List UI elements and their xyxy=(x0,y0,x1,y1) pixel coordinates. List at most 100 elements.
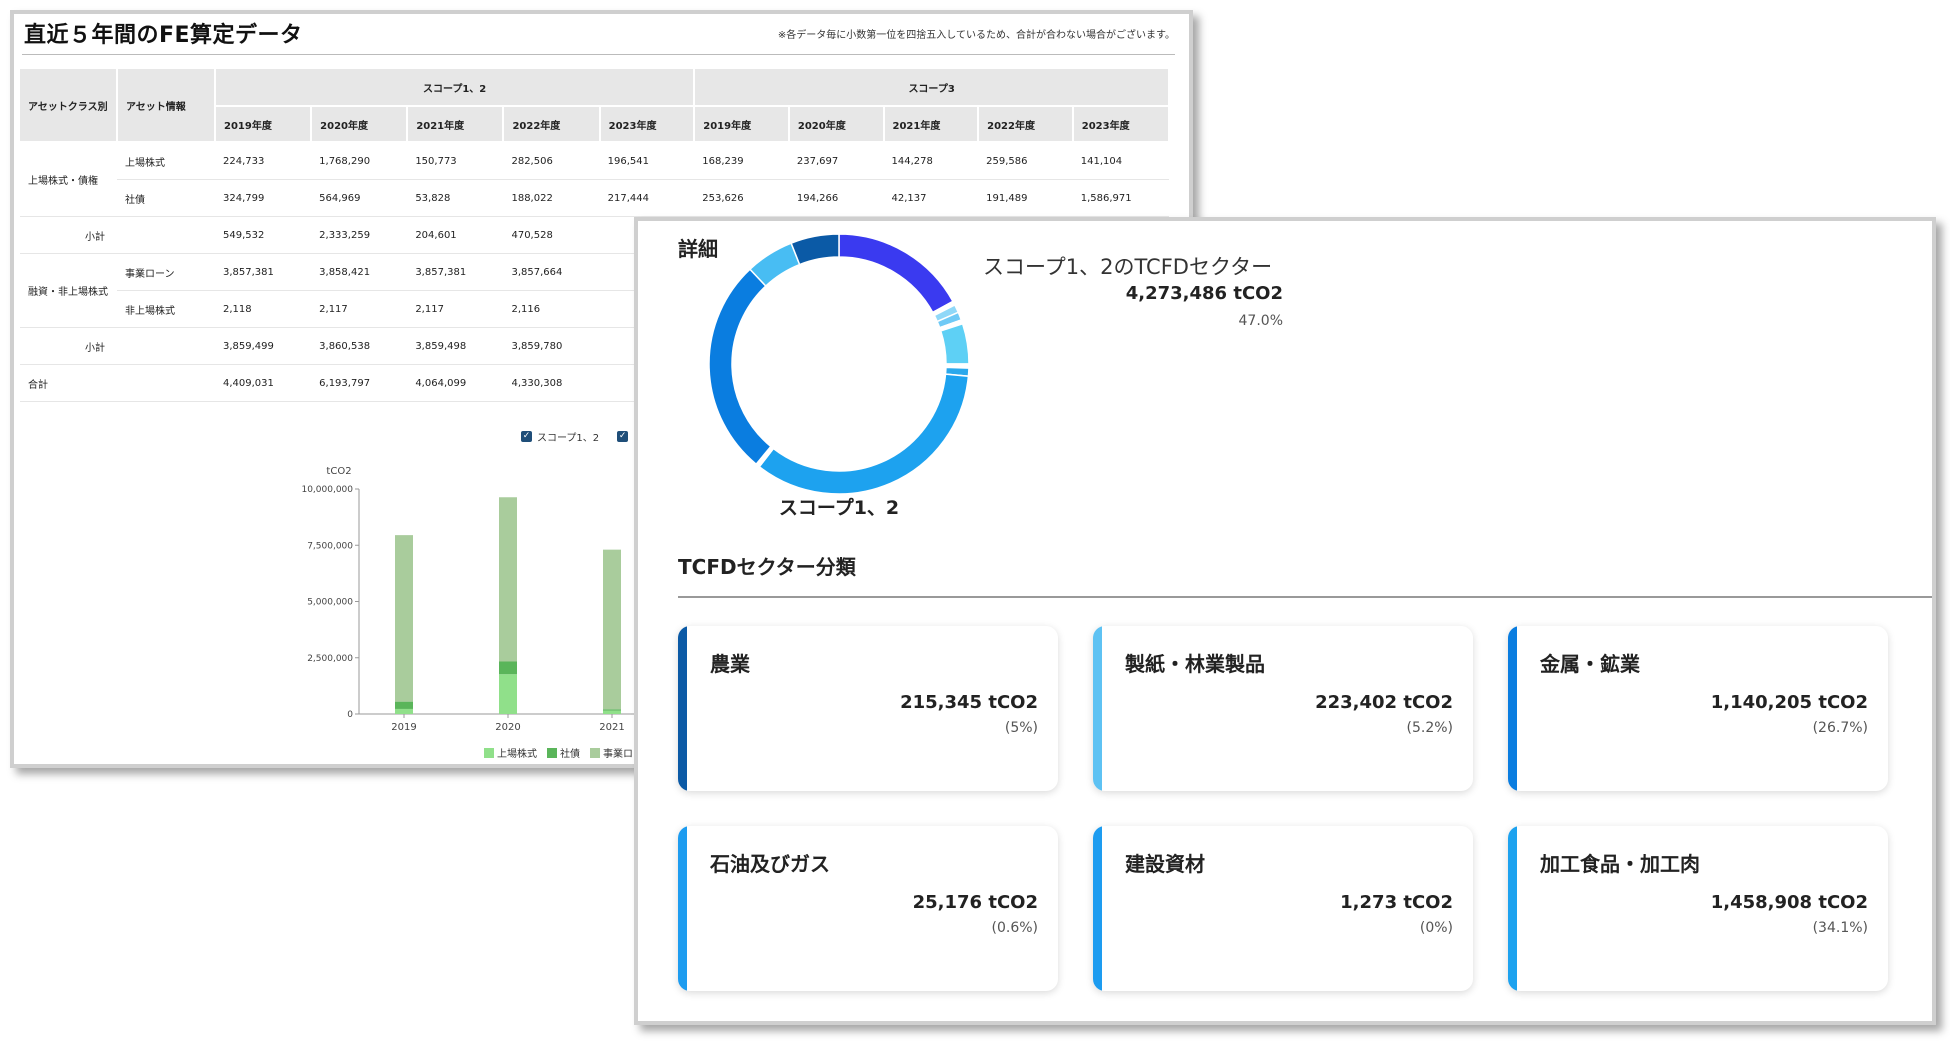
detail-window: 詳細 スコープ1、2 スコープ1、2のTCFDセクター 4,273,486 tC… xyxy=(634,217,1936,1025)
x-tick-label: 2020 xyxy=(495,722,520,733)
sector-name: 農業 xyxy=(710,652,750,676)
sector-card[interactable]: 農業 215,345 tCO2 (5%) xyxy=(678,626,1058,791)
header-scope3: スコープ3 xyxy=(694,69,1170,107)
bar-segment xyxy=(499,661,517,675)
header-asset-info: アセット情報 xyxy=(117,69,216,143)
asset-info-cell: 事業ローン xyxy=(117,253,215,291)
asset-info-cell: 上場株式 xyxy=(117,142,215,180)
asset-info-cell: 社債 xyxy=(117,179,215,217)
asset-class-cell: 上場株式・債権 xyxy=(20,142,117,217)
sector-value: 1,273 tCO2 xyxy=(1340,892,1453,913)
bar-segment xyxy=(499,497,517,662)
donut-segment[interactable] xyxy=(708,268,772,466)
value-cell: 1,586,971 xyxy=(1072,179,1169,217)
value-cell: 188,022 xyxy=(503,179,600,217)
donut-segment[interactable] xyxy=(790,233,840,266)
chart-series-legend: 上場株式 社債 事業ロー xyxy=(484,745,643,760)
page-title: 直近５年間のFE算定データ xyxy=(24,23,303,48)
total-label: 合計 xyxy=(20,364,117,402)
donut-segment[interactable] xyxy=(939,322,970,365)
sector-name: 建設資材 xyxy=(1125,852,1205,876)
value-cell: 3,859,499 xyxy=(215,327,312,365)
y-tick-label: 7,500,000 xyxy=(307,541,353,551)
value-cell: 2,333,259 xyxy=(311,216,408,254)
sector-pct: (26.7%) xyxy=(1812,720,1868,736)
value-cell: 1,768,290 xyxy=(311,142,408,180)
y-tick-label: 2,500,000 xyxy=(307,654,353,664)
value-cell: 224,733 xyxy=(215,142,312,180)
legend-swatch xyxy=(484,747,494,758)
bar-segment xyxy=(395,701,413,709)
asset-info-cell: 非上場株式 xyxy=(117,290,215,328)
sector-card[interactable]: 金属・鉱業 1,140,205 tCO2 (26.7%) xyxy=(1508,626,1888,791)
y-axis-label: tCO2 xyxy=(326,466,351,477)
sector-divider xyxy=(678,596,1932,598)
sector-accent-bar xyxy=(678,826,687,991)
sector-pct: (5%) xyxy=(1004,720,1038,736)
value-cell: 4,330,308 xyxy=(503,364,600,402)
sector-accent-bar xyxy=(678,626,687,791)
value-cell: 470,528 xyxy=(503,216,600,254)
value-cell: 3,858,421 xyxy=(311,253,408,291)
sector-name: 石油及びガス xyxy=(710,852,830,876)
header-year: 2022年度 xyxy=(503,106,601,143)
bar-segment xyxy=(603,549,621,710)
selected-sector-value: 4,273,486 tCO2 xyxy=(1125,283,1283,304)
sector-pct: (0.6%) xyxy=(991,920,1039,936)
sector-card[interactable]: 製紙・林業製品 223,402 tCO2 (5.2%) xyxy=(1093,626,1473,791)
legend-label: 上場株式 xyxy=(497,749,537,760)
sector-pct: (0%) xyxy=(1419,920,1453,936)
value-cell: 4,064,099 xyxy=(407,364,504,402)
subtotal-label: 小計 xyxy=(20,216,117,254)
value-cell: 259,586 xyxy=(978,142,1073,180)
selected-sector-name: スコープ1、2のTCFDセクター xyxy=(983,255,1273,279)
sector-name: 金属・鉱業 xyxy=(1540,652,1640,676)
asset-class-cell: 融資・非上場株式 xyxy=(20,253,117,328)
sector-pct: (5.2%) xyxy=(1406,720,1454,736)
sector-accent-bar xyxy=(1093,826,1102,991)
value-cell: 564,969 xyxy=(311,179,408,217)
value-cell: 168,239 xyxy=(694,142,789,180)
value-cell: 3,859,780 xyxy=(503,327,600,365)
value-cell: 3,857,381 xyxy=(407,253,504,291)
value-cell: 42,137 xyxy=(883,179,979,217)
sector-accent-bar xyxy=(1093,626,1102,791)
rounding-note: ※各データ毎に小数第一位を四捨五入しているため、合計が合わない場合がございます。 xyxy=(777,30,1175,41)
header-year: 2021年度 xyxy=(407,106,505,143)
bar-segment xyxy=(603,709,621,711)
value-cell: 150,773 xyxy=(407,142,504,180)
asset-info-cell xyxy=(117,327,215,365)
value-cell: 2,117 xyxy=(311,290,408,328)
donut-segment[interactable] xyxy=(838,233,954,314)
sector-accent-bar xyxy=(1508,826,1517,991)
sector-card[interactable]: 建設資材 1,273 tCO2 (0%) xyxy=(1093,826,1473,991)
value-cell: 2,117 xyxy=(407,290,504,328)
sector-value: 25,176 tCO2 xyxy=(912,892,1038,913)
sector-card[interactable]: 石油及びガス 25,176 tCO2 (0.6%) xyxy=(678,826,1058,991)
sector-value: 215,345 tCO2 xyxy=(900,692,1038,713)
sector-value: 1,458,908 tCO2 xyxy=(1710,892,1868,913)
header-year: 2019年度 xyxy=(694,106,790,143)
value-cell: 194,266 xyxy=(788,179,884,217)
sector-card[interactable]: 加工食品・加工肉 1,458,908 tCO2 (34.1%) xyxy=(1508,826,1888,991)
header-year: 2019年度 xyxy=(215,106,313,143)
value-cell: 6,193,797 xyxy=(311,364,408,402)
value-cell: 282,506 xyxy=(503,142,600,180)
donut-segment[interactable] xyxy=(758,373,970,495)
title-divider xyxy=(22,54,1175,55)
value-cell: 217,444 xyxy=(599,179,695,217)
legend-swatch xyxy=(590,747,600,758)
y-tick-label: 5,000,000 xyxy=(307,598,353,608)
table-row: 社債 324,799 564,969 53,828 188,022 217,444 253,… xyxy=(20,179,1169,217)
value-cell: 144,278 xyxy=(883,142,979,180)
bar-segment xyxy=(603,710,621,714)
sector-value: 1,140,205 tCO2 xyxy=(1710,692,1868,713)
value-cell: 549,532 xyxy=(215,216,312,254)
legend-item[interactable]: 社債 xyxy=(547,745,580,760)
legend-label: 社債 xyxy=(560,749,580,760)
value-cell: 141,104 xyxy=(1072,142,1169,180)
header-asset-class: アセットクラス別 xyxy=(20,69,118,143)
scope-donut-chart[interactable] xyxy=(704,229,974,499)
selected-sector-pct: 47.0% xyxy=(1238,313,1283,329)
legend-item[interactable]: 上場株式 xyxy=(484,745,537,760)
